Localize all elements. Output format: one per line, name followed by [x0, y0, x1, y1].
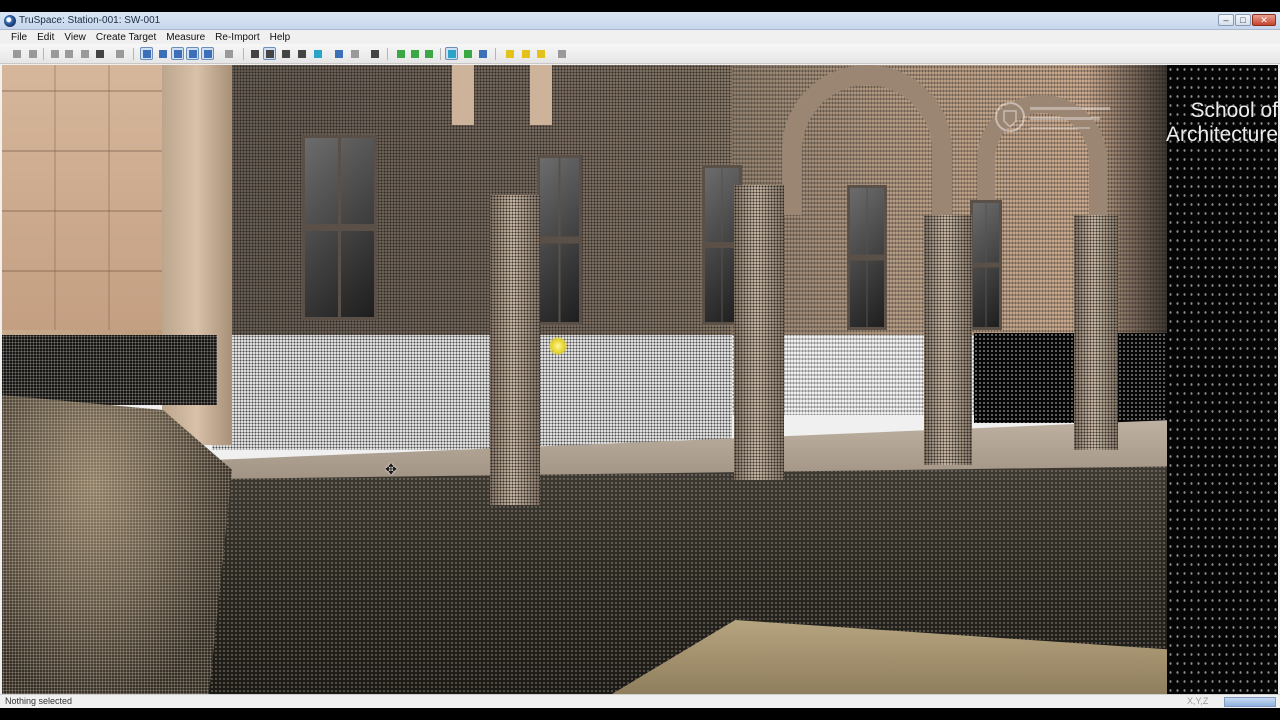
point-cloud-viewport[interactable]: School of Architecture ✥ [2, 65, 1278, 694]
watermark-line-2: Architecture [1165, 123, 1278, 146]
zoom-window-icon[interactable] [171, 47, 184, 60]
annotation-add-icon[interactable] [519, 47, 532, 60]
menu-view[interactable]: View [59, 32, 91, 43]
cut-icon[interactable] [48, 47, 61, 60]
target-icon[interactable] [445, 47, 458, 60]
menu-file[interactable]: File [6, 32, 32, 43]
building-window [302, 135, 377, 320]
copy-icon[interactable] [62, 47, 75, 60]
column [490, 195, 540, 505]
move-icon[interactable] [295, 47, 308, 60]
title-bar: TruSpace: Station-001: SW-001 – □ ✕ [0, 12, 1280, 30]
arch [452, 65, 552, 125]
point-cloud-hedge [2, 335, 217, 405]
building-window [537, 155, 582, 325]
grid-icon[interactable] [368, 47, 381, 60]
building-window [847, 185, 887, 330]
menu-bar: File Edit View Create Target Measure Re-… [0, 30, 1280, 44]
target-add-icon[interactable] [461, 47, 474, 60]
status-bar: Nothing selected X,Y,Z [0, 694, 1280, 708]
delete-icon[interactable] [93, 47, 106, 60]
column [1074, 215, 1118, 450]
status-text: Nothing selected [5, 696, 73, 706]
target-edit-icon[interactable] [476, 47, 489, 60]
select-box-icon[interactable] [263, 47, 276, 60]
pan-icon[interactable] [156, 47, 169, 60]
building-window [970, 200, 1002, 330]
menu-edit[interactable]: Edit [32, 32, 59, 43]
zoom-extents-icon[interactable] [140, 47, 153, 60]
menu-help[interactable]: Help [265, 32, 296, 43]
status-coordinates: X,Y,Z [1187, 696, 1209, 706]
university-crest-logo [992, 99, 1122, 141]
toolbar-separator [440, 48, 441, 60]
point-cloud-edge [1167, 65, 1278, 694]
view-icon[interactable] [201, 47, 214, 60]
annotation-edit-icon[interactable] [534, 47, 547, 60]
status-progress-bar [1224, 697, 1276, 707]
target-marker[interactable] [549, 337, 567, 355]
menu-re-import[interactable]: Re-Import [210, 32, 264, 43]
redo-icon[interactable] [26, 47, 39, 60]
application-window: TruSpace: Station-001: SW-001 – □ ✕ File… [0, 12, 1280, 708]
university-crest-icon [995, 102, 1110, 132]
toolbar-separator [495, 48, 496, 60]
app-logo-icon [4, 15, 16, 27]
select-icon[interactable] [248, 47, 261, 60]
close-button[interactable]: ✕ [1252, 14, 1276, 26]
menu-measure[interactable]: Measure [161, 32, 210, 43]
display-icon[interactable] [408, 47, 421, 60]
column [924, 215, 972, 465]
zoom-icon[interactable] [186, 47, 199, 60]
find-icon[interactable] [113, 47, 126, 60]
paste-icon[interactable] [78, 47, 91, 60]
column [734, 185, 784, 480]
measure-icon[interactable] [332, 47, 345, 60]
settings-icon[interactable] [555, 47, 568, 60]
points-icon[interactable] [394, 47, 407, 60]
watermark-line-1: School of [1190, 99, 1278, 122]
point-cloud-void [974, 333, 1170, 423]
toolbar-separator [243, 48, 244, 60]
toolbar [0, 44, 1280, 64]
minimize-button[interactable]: – [1218, 14, 1234, 26]
watermark: School of Architecture [1132, 99, 1278, 147]
rotate-icon[interactable] [311, 47, 324, 60]
clip-icon[interactable] [348, 47, 361, 60]
toolbar-separator [43, 48, 44, 60]
menu-create-target[interactable]: Create Target [91, 32, 161, 43]
select-point-icon[interactable] [279, 47, 292, 60]
maximize-button[interactable]: □ [1235, 14, 1251, 26]
window-title: TruSpace: Station-001: SW-001 [19, 15, 161, 26]
annotation-icon[interactable] [503, 47, 516, 60]
toolbar-separator [133, 48, 134, 60]
toolbar-separator [387, 48, 388, 60]
layers-icon[interactable] [222, 47, 235, 60]
sandstone-wall [2, 65, 162, 330]
move-cursor-icon: ✥ [385, 461, 397, 477]
window-controls: – □ ✕ [1218, 14, 1276, 26]
shrub [2, 395, 232, 694]
undo-icon[interactable] [10, 47, 23, 60]
color-icon[interactable] [422, 47, 435, 60]
